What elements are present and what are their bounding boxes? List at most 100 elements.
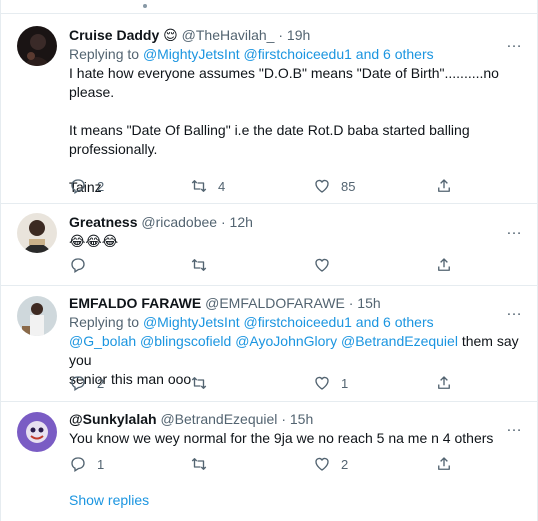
reply-icon xyxy=(71,179,85,194)
tweet-sunkylalah[interactable]: … @Sunkylalah @BetrandEzequiel · 15h You… xyxy=(1,410,537,452)
replying-prefix: Replying to xyxy=(69,46,140,62)
mention-link[interactable]: @blingscofield xyxy=(140,333,231,349)
separator: · xyxy=(278,27,284,43)
reply-count: 1 xyxy=(97,456,105,472)
tweet-line: I hate how everyone assumes "D.O.B" mean… xyxy=(69,65,499,100)
timestamp[interactable]: 12h xyxy=(230,214,253,230)
separator: · xyxy=(348,295,354,311)
separator: · xyxy=(281,411,286,427)
tweet-cruise-daddy[interactable]: … Cruise Daddy 😌 @TheHavilah_ · 19h Repl… xyxy=(1,26,537,197)
username[interactable]: @ricadobee xyxy=(141,214,217,230)
more-icon: … xyxy=(506,34,523,51)
display-name[interactable]: EMFALDO FARAWE xyxy=(69,295,201,311)
mention-link[interactable]: @firstchoiceedu1 xyxy=(244,314,352,330)
replying-and: and xyxy=(355,314,380,330)
like-count: 1 xyxy=(341,375,349,391)
reply-icon xyxy=(71,457,85,472)
reply-button[interactable] xyxy=(69,256,87,274)
replying-to: Replying to @MightyJetsInt @firstchoicee… xyxy=(69,45,523,64)
previous-tweet-edge xyxy=(1,0,537,14)
tweet-actions: 2 1 xyxy=(69,374,469,394)
mention-link[interactable]: @firstchoiceedu1 xyxy=(244,46,352,62)
retweet-icon xyxy=(191,458,207,470)
mention-link[interactable]: @AyoJohnGlory xyxy=(235,333,337,349)
divider xyxy=(1,203,537,204)
retweet-icon xyxy=(191,259,207,271)
like-count: 85 xyxy=(341,178,356,194)
separator: · xyxy=(220,214,226,230)
conversation-thread: … Cruise Daddy 😌 @TheHavilah_ · 19h Repl… xyxy=(0,0,538,521)
display-name[interactable]: @Sunkylalah xyxy=(69,411,157,427)
avatar[interactable] xyxy=(17,213,57,253)
like-count: 2 xyxy=(341,456,349,472)
tweet-header: EMFALDO FARAWE @EMFALDOFARAWE · 15h xyxy=(69,294,523,313)
avatar[interactable] xyxy=(17,296,57,336)
heart-icon xyxy=(315,376,329,390)
share-icon xyxy=(438,179,450,192)
others-link[interactable]: 6 others xyxy=(383,314,434,330)
reply-button[interactable]: 2 xyxy=(69,374,104,392)
tweet-text: You know we wey normal for the 9ja we no… xyxy=(69,430,494,446)
tweet-header: Greatness @ricadobee · 12h xyxy=(69,213,523,232)
heart-icon xyxy=(315,457,329,471)
relieved-emoji: 😌 xyxy=(163,27,178,43)
heart-icon xyxy=(315,258,329,272)
replying-to: Replying to @MightyJetsInt @firstchoicee… xyxy=(69,313,523,332)
tweet-greatness[interactable]: … Greatness @ricadobee · 12h 😂😂😂 xyxy=(1,213,537,253)
tweet-text: 😂😂😂 xyxy=(69,233,119,249)
retweet-count: 4 xyxy=(218,178,226,194)
retweet-button[interactable] xyxy=(190,455,208,473)
timestamp[interactable]: 19h xyxy=(287,27,310,43)
show-replies-link[interactable]: Show replies xyxy=(69,492,149,508)
mention-link[interactable]: @G_bolah xyxy=(69,333,136,349)
tweet-actions: 2 4 85 xyxy=(69,177,469,197)
timestamp[interactable]: 15h xyxy=(290,411,313,427)
username[interactable]: @EMFALDOFARAWE xyxy=(205,295,345,311)
reply-button[interactable]: 2 xyxy=(69,177,104,195)
more-options-button[interactable]: … xyxy=(506,419,523,435)
tweet-header: @Sunkylalah @BetrandEzequiel · 15h xyxy=(69,410,523,429)
reply-button[interactable]: 1 xyxy=(69,455,104,473)
like-button[interactable]: 2 xyxy=(313,455,348,473)
replying-and: and xyxy=(355,46,380,62)
display-name[interactable]: Cruise Daddy xyxy=(69,27,159,43)
share-button[interactable] xyxy=(435,374,453,392)
share-button[interactable] xyxy=(435,177,453,195)
reply-count: 2 xyxy=(97,178,105,194)
divider xyxy=(1,285,537,286)
others-link[interactable]: 6 others xyxy=(383,46,434,62)
more-options-button[interactable]: … xyxy=(506,303,523,319)
share-button[interactable] xyxy=(435,455,453,473)
mention-link[interactable]: @MightyJetsInt xyxy=(143,314,240,330)
avatar[interactable] xyxy=(17,412,57,452)
username[interactable]: @BetrandEzequiel xyxy=(160,411,277,427)
share-icon xyxy=(438,457,450,470)
heart-icon xyxy=(315,179,329,193)
more-icon: … xyxy=(506,302,523,319)
like-button[interactable]: 1 xyxy=(313,374,348,392)
display-name[interactable]: Greatness xyxy=(69,214,137,230)
retweet-button[interactable]: 4 xyxy=(190,177,225,195)
retweet-icon xyxy=(191,377,207,389)
share-icon xyxy=(438,376,450,389)
tweet-line: It means "Date Of Balling" i.e the date … xyxy=(69,122,470,157)
retweet-button[interactable] xyxy=(190,256,208,274)
avatar[interactable] xyxy=(17,26,57,66)
more-icon: … xyxy=(506,221,523,238)
mention-link[interactable]: @MightyJetsInt xyxy=(143,46,240,62)
more-options-button[interactable]: … xyxy=(506,35,523,51)
more-options-button[interactable]: … xyxy=(506,222,523,238)
username[interactable]: @TheHavilah_ xyxy=(182,27,275,43)
retweet-button[interactable] xyxy=(190,374,208,392)
share-button[interactable] xyxy=(435,256,453,274)
reply-icon xyxy=(71,258,85,273)
share-icon xyxy=(438,258,450,271)
replying-prefix: Replying to xyxy=(69,314,140,330)
tweet-actions xyxy=(69,256,469,276)
mention-link[interactable]: @BetrandEzequiel xyxy=(341,333,458,349)
tweet-actions: 1 2 xyxy=(69,455,469,475)
like-button[interactable]: 85 xyxy=(313,177,355,195)
like-button[interactable] xyxy=(313,256,331,274)
timestamp[interactable]: 15h xyxy=(357,295,380,311)
reply-icon xyxy=(71,376,85,391)
